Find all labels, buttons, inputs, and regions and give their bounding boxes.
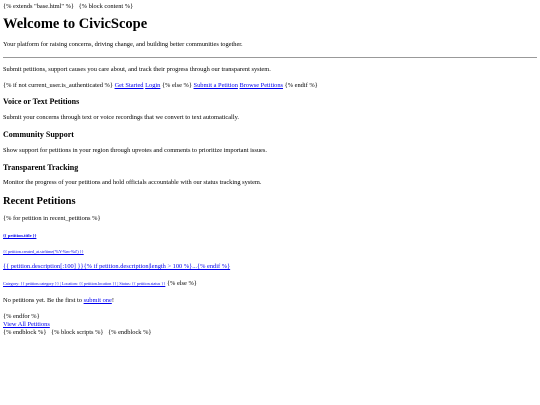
block-scripts-tag: {% block scripts %} xyxy=(51,329,104,337)
for-loop-tag: {% for petition in recent_petitions %} xyxy=(3,214,101,222)
template-header: {% extends "base.html" %} {% block conte… xyxy=(3,3,537,11)
endif-tag: {% endif %} xyxy=(284,81,318,89)
tagline: Your platform for raising concerns, driv… xyxy=(3,40,243,48)
page-title: Welcome to CivicScope xyxy=(3,16,148,32)
petition-meta-row: Category: {{ petition.category }} | Loca… xyxy=(3,280,537,288)
login-link[interactable]: Login xyxy=(145,82,160,89)
no-petitions-message: No petitions yet. Be the first to submit… xyxy=(3,297,537,305)
auth-actions: {% if not current_user.is_authenticated … xyxy=(3,82,537,90)
divider xyxy=(3,56,537,58)
else-tag: {% else %} xyxy=(161,81,192,89)
endblock-tag: {% endblock %} xyxy=(3,329,47,337)
intro-text: Submit petitions, support causes you car… xyxy=(3,65,271,73)
view-all-row: View All Petitions xyxy=(3,321,537,329)
endfor-tag: {% endfor %} xyxy=(3,313,40,321)
feature-title-voice: Voice or Text Petitions xyxy=(3,96,80,106)
recent-petitions-heading: Recent Petitions xyxy=(3,196,76,208)
for-else-tag: {% else %} xyxy=(166,280,197,288)
feature-desc-voice: Submit your concerns through text or voi… xyxy=(3,113,239,121)
extends-tag: {% extends "base.html" %} xyxy=(3,3,74,10)
petition-title-row: {{ petition.title }} xyxy=(3,232,537,240)
petition-description[interactable]: {{ petition.description[:100] }}{% if pe… xyxy=(3,263,230,270)
petition-meta: Category: {{ petition.category }} | Loca… xyxy=(3,281,166,287)
block-content-tag: {% block content %} xyxy=(78,3,134,10)
if-auth-tag: {% if not current_user.is_authenticated … xyxy=(3,81,113,89)
page: {% extends "base.html" %} {% block conte… xyxy=(0,0,540,337)
view-all-petitions-link[interactable]: View All Petitions xyxy=(3,321,50,328)
no-petitions-suffix: ! xyxy=(111,297,114,305)
submit-petition-link[interactable]: Submit a Petition xyxy=(194,82,238,89)
feature-title-tracking: Transparent Tracking xyxy=(3,162,79,172)
browse-petitions-link[interactable]: Browse Petitions xyxy=(240,82,284,89)
submit-one-link[interactable]: submit one xyxy=(84,297,112,304)
petition-date: {{ petition.created_at.strftime('%Y-%m-%… xyxy=(3,248,84,254)
petition-date-row: {{ petition.created_at.strftime('%Y-%m-%… xyxy=(3,249,537,254)
feature-title-community: Community Support xyxy=(3,129,74,139)
petition-description-row: {{ petition.description[:100] }}{% if pe… xyxy=(3,263,537,271)
petition-title-link[interactable]: {{ petition.title }} xyxy=(3,233,36,238)
endblock-tag-2: {% endblock %} xyxy=(108,329,152,337)
feature-desc-community: Show support for petitions in your regio… xyxy=(3,146,267,154)
get-started-link[interactable]: Get Started xyxy=(115,82,144,89)
feature-desc-tracking: Monitor the progress of your petitions a… xyxy=(3,179,262,187)
no-petitions-text: No petitions yet. Be the first to xyxy=(3,297,84,305)
template-footer: {% endblock %} {% block scripts %} {% en… xyxy=(3,329,537,337)
